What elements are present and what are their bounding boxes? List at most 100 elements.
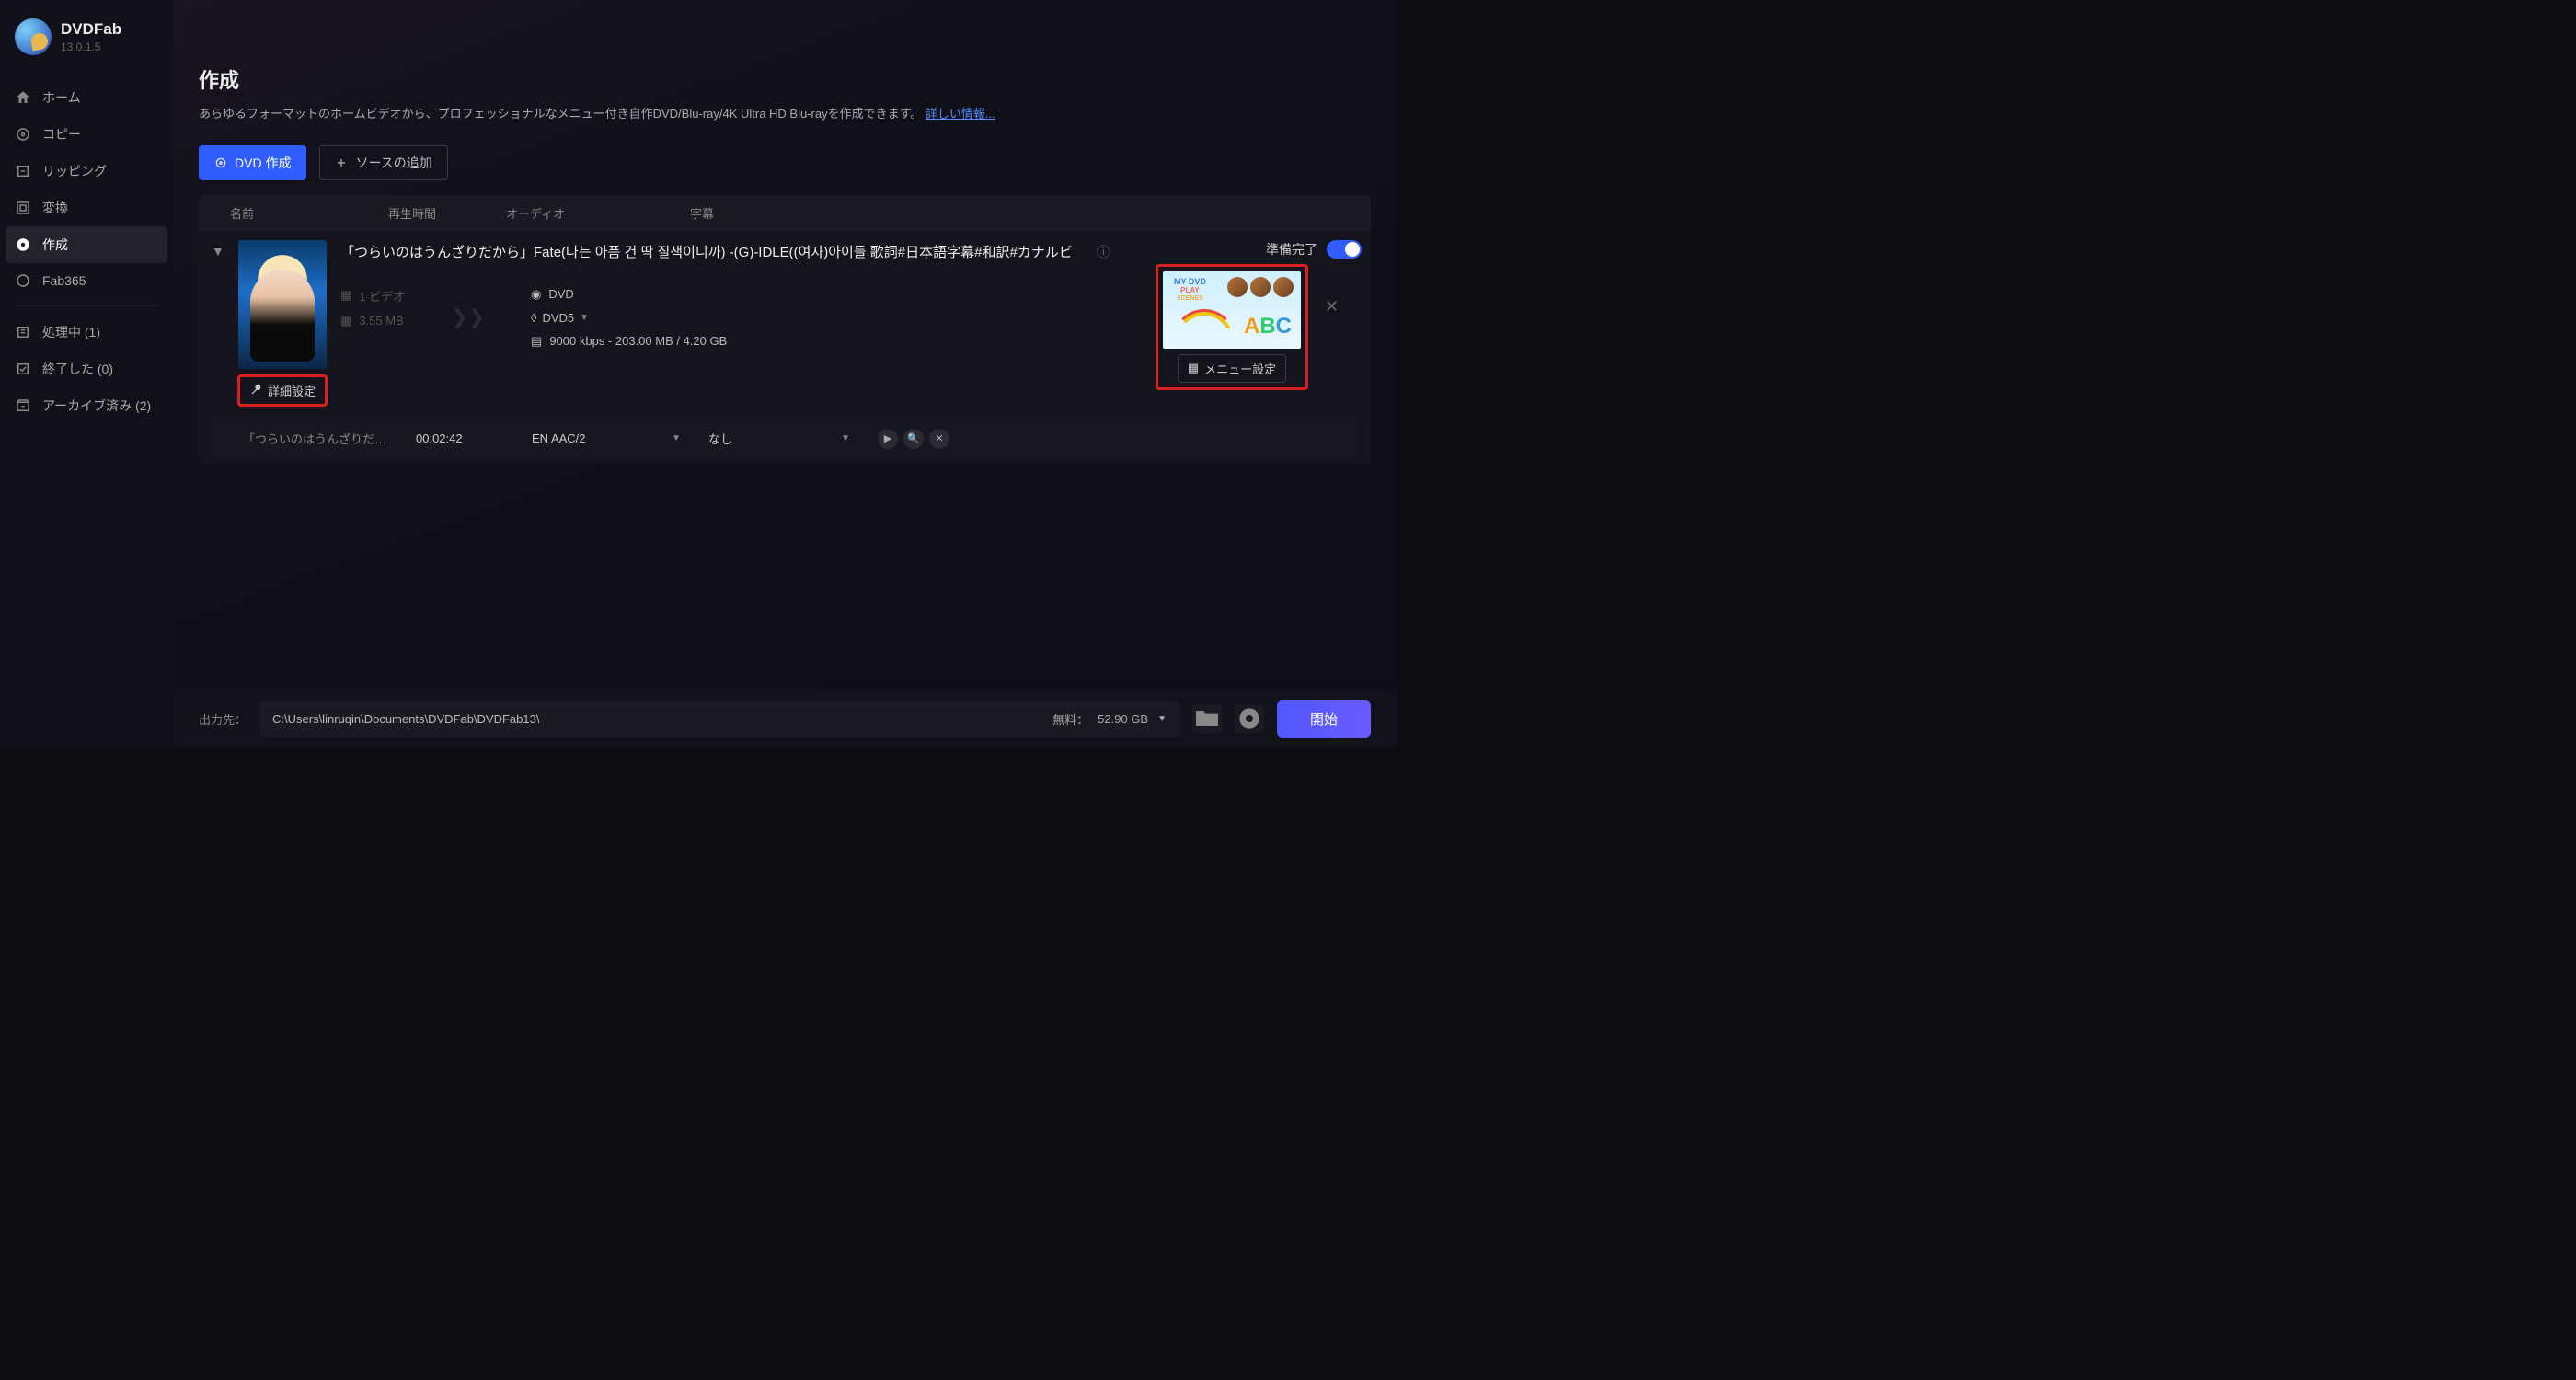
nav-separator: [15, 305, 158, 306]
list-header: 名前 再生時間 オーディオ 字幕: [199, 195, 1371, 231]
col-subtitle: 字幕: [690, 204, 837, 222]
output-path-field[interactable]: C:\Users\linruqin\Documents\DVDFab\DVDFa…: [259, 701, 1179, 737]
wrench-icon: [249, 384, 262, 397]
disc-icon: [214, 156, 227, 169]
remove-item-button[interactable]: ✕: [1325, 297, 1339, 316]
create-icon: [15, 236, 31, 253]
brand: DVDFab 13.0.1.5: [0, 18, 173, 74]
button-label: DVD 作成: [235, 154, 291, 172]
col-audio: オーディオ: [506, 204, 690, 222]
button-label: 詳細設定: [268, 382, 316, 399]
menu-icon: ▦: [1188, 361, 1199, 375]
disc-icon: ◉: [531, 287, 541, 302]
button-label: メニュー設定: [1204, 360, 1276, 377]
advanced-settings-button[interactable]: 詳細設定: [237, 374, 328, 407]
col-name: 名前: [230, 204, 388, 222]
menu-settings-box: MY DVD PLAY SCENES ABC ▦ メニュー設定: [1156, 264, 1308, 390]
sidebar-item-home[interactable]: ホーム: [0, 79, 173, 116]
caret-down-icon[interactable]: ▼: [1157, 714, 1167, 724]
menu-preview[interactable]: MY DVD PLAY SCENES ABC: [1163, 271, 1301, 349]
sidebar-item-label: リッピング: [42, 162, 107, 180]
archived-icon: [15, 397, 31, 414]
plus-icon: [335, 156, 348, 169]
sidebar-item-copy[interactable]: コピー: [0, 116, 173, 153]
home-icon: [15, 89, 31, 106]
item-card: ▼ 詳細設定 「つらいのはうんざりだから」Fate(나는 아픔 건 딱 질색이니…: [199, 231, 1371, 464]
sidebar-item-convert[interactable]: 変換: [0, 190, 173, 226]
video-thumbnail[interactable]: [238, 240, 327, 369]
iso-button[interactable]: [1235, 704, 1264, 733]
rainbow-graphic: [1172, 309, 1236, 341]
disc-format-select[interactable]: ◊DVD5▼: [531, 311, 727, 325]
browse-folder-button[interactable]: [1192, 704, 1222, 733]
free-space: 52.90 GB: [1098, 712, 1148, 726]
free-label: 無料：: [1052, 710, 1088, 728]
item-right: 準備完了 MY DVD PLAY SCENES ABC: [1156, 242, 1358, 390]
sidebar-item-label: 作成: [42, 236, 68, 254]
item-stats: ▦1 ビデオ ▦3.55 MB ❯❯ ◉DVD ◊DVD5▼ ▤9000 kbp…: [340, 287, 1143, 349]
sidebar-item-processing[interactable]: 処理中 (1): [0, 314, 173, 351]
output-meta: 無料： 52.90 GB ▼: [1052, 710, 1167, 728]
app-version: 13.0.1.5: [61, 40, 121, 53]
info-icon[interactable]: ⓘ: [1097, 242, 1110, 261]
abc-graphic: ABC: [1244, 314, 1292, 339]
fab365-icon: [15, 272, 31, 289]
detail-duration: 00:02:42: [416, 431, 513, 445]
page-description: あらゆるフォーマットのホームビデオから、プロフェッショナルなメニュー付き自作DV…: [199, 105, 1371, 123]
footer: 出力先： C:\Users\linruqin\Documents\DVDFab\…: [173, 690, 1397, 747]
sidebar-item-ripping[interactable]: リッピング: [0, 153, 173, 190]
sidebar-item-label: アーカイブ済み (2): [42, 397, 151, 415]
detail-name: 「つらいのはうんざりだ…: [243, 430, 397, 447]
app-logo: [15, 18, 52, 55]
sidebar-item-label: Fab365: [42, 273, 86, 288]
add-source-button[interactable]: ソースの追加: [319, 145, 447, 180]
bitrate-line: 9000 kbps - 203.00 MB / 4.20 GB: [549, 334, 727, 348]
app-name: DVDFab: [61, 20, 121, 39]
sidebar-item-create[interactable]: 作成: [6, 226, 167, 263]
button-label: ソースの追加: [355, 154, 431, 172]
arrow-icon: ❯❯: [451, 305, 485, 329]
menu-settings-button[interactable]: ▦ メニュー設定: [1178, 354, 1286, 383]
bitrate-icon: ▤: [531, 334, 542, 349]
preview-button[interactable]: 🔍: [903, 429, 924, 449]
source-size: 3.55 MB: [359, 314, 403, 328]
main: 作成 あらゆるフォーマットのホームビデオから、プロフェッショナルなメニュー付き自…: [173, 0, 1397, 747]
sidebar-item-label: 変換: [42, 199, 68, 217]
disc-type: DVD: [548, 287, 573, 301]
detail-actions: ▶ 🔍 ✕: [878, 429, 949, 449]
ripping-icon: [15, 163, 31, 179]
more-info-link[interactable]: 詳しい情報...: [926, 107, 995, 121]
sidebar-item-finished[interactable]: 終了した (0): [0, 351, 173, 387]
sidebar-item-archived[interactable]: アーカイブ済み (2): [0, 387, 173, 424]
delete-button[interactable]: ✕: [929, 429, 949, 449]
sidebar-item-label: 処理中 (1): [42, 323, 100, 341]
subtitle-select[interactable]: なし ▼: [708, 430, 859, 447]
sidebar-item-label: ホーム: [42, 88, 81, 107]
item-title: 「つらいのはうんざりだから」Fate(나는 아픔 건 딱 질색이니까) -(G)…: [340, 240, 1143, 261]
caret-down-icon: ▼: [672, 433, 681, 443]
item-details: 「つらいのはうんざりだから」Fate(나는 아픔 건 딱 질색이니까) -(G)…: [340, 240, 1143, 349]
processing-icon: [15, 324, 31, 340]
ready-toggle[interactable]: [1327, 240, 1362, 259]
item-row-detail: 「つらいのはうんざりだ… 00:02:42 EN AAC/2 ▼ なし ▼ ▶ …: [212, 416, 1358, 458]
dvd-create-button[interactable]: DVD 作成: [199, 145, 306, 180]
caret-down-icon: ▼: [580, 313, 589, 323]
copy-icon: [15, 126, 31, 143]
start-button[interactable]: 開始: [1277, 700, 1371, 738]
stats-output: ◉DVD ◊DVD5▼ ▤9000 kbps - 203.00 MB / 4.2…: [531, 287, 727, 349]
expand-toggle[interactable]: ▼: [212, 240, 224, 259]
finished-icon: [15, 361, 31, 377]
sidebar-item-label: コピー: [42, 125, 81, 144]
ready-row: 準備完了: [1266, 240, 1362, 259]
audio-select[interactable]: EN AAC/2 ▼: [532, 431, 690, 445]
output-label: 出力先：: [199, 710, 247, 728]
disc-format: DVD5: [542, 311, 574, 325]
sidebar-item-fab365[interactable]: Fab365: [0, 263, 173, 298]
play-button[interactable]: ▶: [878, 429, 898, 449]
nav: ホーム コピー リッピング 変換 作成 Fab365 処理中 (1): [0, 79, 173, 424]
ready-label: 準備完了: [1266, 240, 1317, 259]
convert-icon: [15, 200, 31, 216]
size-icon: ▦: [340, 314, 351, 328]
page-header: 作成 あらゆるフォーマットのホームビデオから、プロフェッショナルなメニュー付き自…: [173, 0, 1397, 132]
content: 名前 再生時間 オーディオ 字幕 ▼ 詳細設定 「つらいのはうんざりだから」Fa…: [173, 186, 1397, 691]
